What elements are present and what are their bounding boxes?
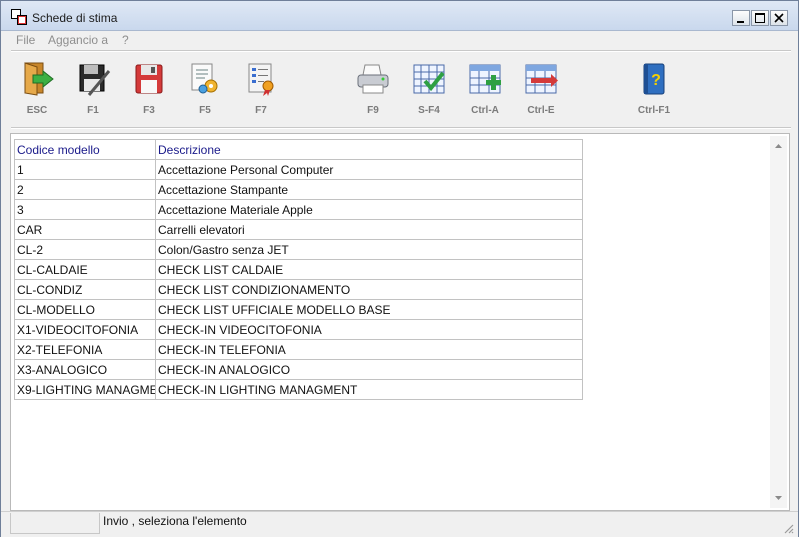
status-panel-left [10, 513, 100, 534]
ctrl-e-label: Ctrl-E [527, 105, 555, 116]
ctrl-f1-label: Ctrl-F1 [637, 105, 671, 116]
table-row[interactable]: CL-CALDAIE CHECK LIST CALDAIE [14, 259, 583, 280]
save-disk-icon [79, 64, 111, 96]
scroll-up-icon[interactable] [774, 142, 783, 151]
menu-help[interactable]: ? [122, 33, 129, 47]
table-row[interactable]: 1 Accettazione Personal Computer [14, 159, 583, 180]
app-icon [11, 9, 27, 25]
cell-descrizione[interactable]: CHECK LIST CALDAIE [155, 259, 583, 280]
floppy-disk-icon [135, 64, 163, 94]
ctrl-f1-button[interactable]: ? Ctrl-F1 [628, 59, 680, 121]
status-text: Invio , seleziona l'elemento [103, 514, 247, 528]
resize-grip-icon[interactable] [782, 522, 794, 534]
vertical-scrollbar[interactable] [770, 136, 787, 508]
column-header-descrizione[interactable]: Descrizione [155, 139, 583, 160]
cell-descrizione[interactable]: CHECK LIST UFFICIALE MODELLO BASE [155, 299, 583, 320]
cell-descrizione[interactable]: Accettazione Materiale Apple [155, 199, 583, 220]
menu-bar: File Aggancio a ? [1, 31, 798, 51]
maximize-button[interactable] [751, 10, 769, 26]
cell-codice[interactable]: X1-VIDEOCITOFONIA [14, 319, 156, 340]
cell-descrizione[interactable]: CHECK-IN LIGHTING MANAGMENT [155, 379, 583, 400]
cell-descrizione[interactable]: CHECK-IN TELEFONIA [155, 339, 583, 360]
cell-codice[interactable]: 1 [14, 159, 156, 180]
cell-codice[interactable]: X2-TELEFONIA [14, 339, 156, 360]
column-header-codice[interactable]: Codice modello [14, 139, 156, 160]
f3-label: F3 [143, 105, 155, 116]
f7-button[interactable]: F7 [235, 59, 287, 121]
grid-add-icon [469, 64, 501, 94]
cell-codice[interactable]: CAR [14, 219, 156, 240]
s-f4-label: S-F4 [418, 105, 440, 116]
table-row[interactable]: X9-LIGHTING MANAGME CHECK-IN LIGHTING MAN… [14, 379, 583, 400]
printer-icon [357, 64, 389, 94]
help-book-icon: ? [643, 63, 665, 95]
close-icon [774, 13, 784, 23]
cell-descrizione[interactable]: CHECK-IN ANALOGICO [155, 359, 583, 380]
scroll-down-icon[interactable] [774, 493, 783, 502]
svg-text:?: ? [651, 72, 661, 89]
menu-file[interactable]: File [16, 33, 35, 47]
toolbar: ESC F1 F3 F5 F7 F9 S-F4 Ctrl-A Ctrl-E ? … [1, 53, 798, 123]
table-row[interactable]: CL-MODELLO CHECK LIST UFFICIALE MODELLO B… [14, 299, 583, 320]
cell-codice[interactable]: CL-CONDIZ [14, 279, 156, 300]
table-row[interactable]: X1-VIDEOCITOFONIA CHECK-IN VIDEOCITOFONIA [14, 319, 583, 340]
f7-label: F7 [255, 105, 267, 116]
table-row[interactable]: 3 Accettazione Materiale Apple [14, 199, 583, 220]
cell-codice[interactable]: X9-LIGHTING MANAGME [14, 379, 156, 400]
header-row: Codice modello Descrizione [14, 139, 583, 160]
table-row[interactable]: CAR Carrelli elevatori [14, 219, 583, 240]
menu-aggancio[interactable]: Aggancio a [48, 33, 108, 47]
models-grid: Codice modello Descrizione 1 Accettazione… [10, 133, 790, 511]
grid-check-icon [413, 64, 445, 94]
cell-codice[interactable]: CL-2 [14, 239, 156, 260]
f3-button[interactable]: F3 [123, 59, 175, 121]
toolbar-divider [11, 127, 791, 129]
status-bar: Invio , seleziona l'elemento [1, 511, 798, 537]
f5-button[interactable]: F5 [179, 59, 231, 121]
app-window: Schede di stima File Aggancio a ? ESC F1… [0, 0, 799, 537]
close-button[interactable] [770, 10, 788, 26]
exit-door-icon [24, 62, 54, 96]
cell-descrizione[interactable]: Colon/Gastro senza JET [155, 239, 583, 260]
f5-label: F5 [199, 105, 211, 116]
grid-remove-icon [525, 64, 558, 94]
cell-descrizione[interactable]: Accettazione Stampante [155, 179, 583, 200]
ctrl-e-button[interactable]: Ctrl-E [515, 59, 567, 121]
table-row[interactable]: CL-2 Colon/Gastro senza JET [14, 239, 583, 260]
f9-button[interactable]: F9 [347, 59, 399, 121]
esc-button[interactable]: ESC [11, 59, 63, 121]
cell-codice[interactable]: CL-CALDAIE [14, 259, 156, 280]
cell-codice[interactable]: 2 [14, 179, 156, 200]
cell-descrizione[interactable]: CHECK LIST CONDIZIONAMENTO [155, 279, 583, 300]
ctrl-a-button[interactable]: Ctrl-A [459, 59, 511, 121]
minimize-icon [737, 21, 744, 23]
document-settings-icon [191, 63, 218, 94]
ctrl-a-label: Ctrl-A [471, 105, 499, 116]
menu-divider [11, 50, 791, 52]
table-row[interactable]: X3-ANALOGICO CHECK-IN ANALOGICO [14, 359, 583, 380]
models-table: Codice modello Descrizione 1 Accettazione… [14, 139, 583, 400]
title-bar[interactable]: Schede di stima [1, 1, 798, 31]
f1-button[interactable]: F1 [67, 59, 119, 121]
f9-label: F9 [367, 105, 379, 116]
cell-codice[interactable]: CL-MODELLO [14, 299, 156, 320]
table-row[interactable]: X2-TELEFONIA CHECK-IN TELEFONIA [14, 339, 583, 360]
s-f4-button[interactable]: S-F4 [403, 59, 455, 121]
maximize-icon [755, 13, 765, 23]
minimize-button[interactable] [732, 10, 750, 26]
f1-label: F1 [87, 105, 99, 116]
esc-label: ESC [26, 105, 48, 116]
list-ribbon-icon [248, 63, 274, 96]
window-title: Schede di stima [32, 11, 118, 25]
table-row[interactable]: 2 Accettazione Stampante [14, 179, 583, 200]
cell-descrizione[interactable]: CHECK-IN VIDEOCITOFONIA [155, 319, 583, 340]
table-row[interactable]: CL-CONDIZ CHECK LIST CONDIZIONAMENTO [14, 279, 583, 300]
cell-codice[interactable]: 3 [14, 199, 156, 220]
cell-descrizione[interactable]: Accettazione Personal Computer [155, 159, 583, 180]
cell-descrizione[interactable]: Carrelli elevatori [155, 219, 583, 240]
cell-codice[interactable]: X3-ANALOGICO [14, 359, 156, 380]
